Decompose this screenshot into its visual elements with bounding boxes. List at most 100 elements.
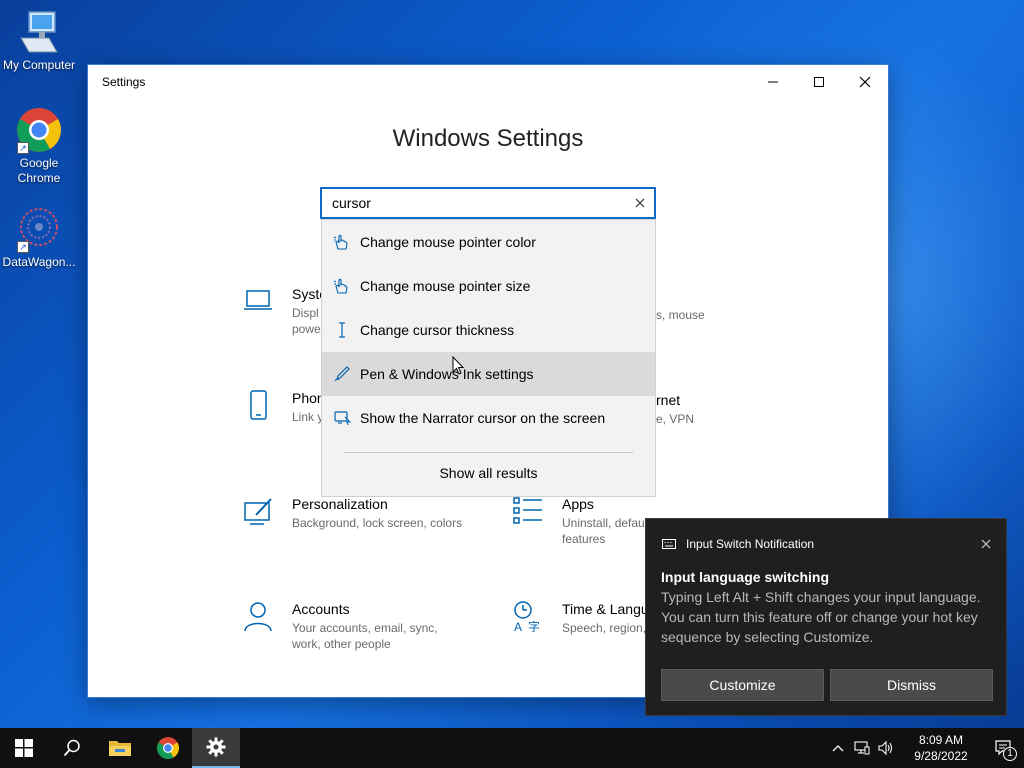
suggestion-narrator-cursor[interactable]: Show the Narrator cursor on the screen — [322, 396, 655, 440]
network-button[interactable] — [850, 728, 874, 768]
phone-icon — [242, 389, 278, 425]
category-description: Background, lock screen, colors — [292, 516, 463, 530]
category-description: e, VPN — [656, 412, 695, 426]
desktop-icon-label: DataWagon... — [2, 255, 76, 269]
notification-count-badge: 1 — [1003, 747, 1017, 761]
mouse-cursor-icon — [452, 355, 466, 381]
close-icon — [981, 539, 991, 549]
settings-taskbar-button[interactable] — [192, 728, 240, 768]
customize-button[interactable]: Customize — [661, 669, 824, 701]
action-center-button[interactable]: 1 — [984, 728, 1024, 768]
show-hidden-icons-button[interactable] — [826, 728, 850, 768]
minimize-button[interactable] — [750, 65, 796, 99]
show-all-results-link[interactable]: Show all results — [322, 465, 655, 481]
suggestion-mouse-pointer-size[interactable]: Change mouse pointer size — [322, 264, 655, 308]
narrator-icon — [332, 408, 352, 428]
suggestion-cursor-thickness[interactable]: Change cursor thickness — [322, 308, 655, 352]
clock[interactable]: 8:09 AM 9/28/2022 — [906, 732, 976, 764]
suggestion-label: Change cursor thickness — [360, 322, 515, 338]
notification-header: Input Switch Notification — [646, 519, 1006, 569]
chrome-taskbar-button[interactable] — [144, 728, 192, 768]
maximize-icon — [814, 77, 824, 87]
desktop-icon-label: Google Chrome — [17, 156, 61, 185]
divider — [344, 452, 633, 453]
hand-pointer-icon — [332, 276, 352, 296]
clock-date: 9/28/2022 — [914, 749, 968, 763]
search-icon — [63, 739, 80, 757]
category-title: Phon — [292, 390, 325, 406]
gear-icon — [206, 737, 226, 757]
search-suggestions: Change mouse pointer color Change mouse … — [321, 219, 656, 497]
notification-body: Typing Left Alt + Shift changes your inp… — [661, 589, 981, 645]
category-devices[interactable]: s, mouse — [656, 305, 705, 323]
notification-title: Input language switching — [661, 569, 829, 585]
close-icon — [859, 76, 871, 88]
chevron-up-icon — [832, 745, 844, 752]
category-title: Time & Langu — [562, 601, 649, 617]
category-personalization[interactable]: Personalization Background, lock screen,… — [242, 495, 462, 531]
notification-app-name: Input Switch Notification — [686, 537, 815, 551]
suggestion-label: Pen & Windows Ink settings — [360, 366, 534, 382]
time-language-icon: A字 — [512, 600, 548, 636]
person-icon — [242, 600, 278, 636]
keyboard-icon — [662, 539, 676, 549]
category-description: Uninstall, defau features — [562, 516, 645, 546]
taskbar: 8:09 AM 9/28/2022 1 — [0, 728, 1024, 768]
suggestion-label: Show the Narrator cursor on the screen — [360, 410, 606, 426]
suggestion-pen-windows-ink[interactable]: Pen & Windows Ink settings — [322, 352, 655, 396]
category-title: Personalization — [292, 496, 388, 512]
title-bar[interactable]: Settings — [88, 65, 888, 99]
notification-close-button[interactable] — [966, 524, 1006, 564]
category-phone[interactable]: Phon Link y — [242, 389, 325, 425]
volume-button[interactable] — [874, 728, 898, 768]
notification-actions: Customize Dismiss — [661, 669, 993, 701]
category-title: Apps — [562, 496, 594, 512]
close-icon — [635, 198, 645, 208]
shortcut-arrow-icon: ↗ — [17, 241, 29, 253]
desktop-icon-datawagon[interactable]: ↗ DataWagon... — [0, 205, 78, 270]
file-explorer-button[interactable] — [96, 728, 144, 768]
search-input[interactable] — [322, 189, 626, 217]
category-apps[interactable]: Apps Uninstall, defau features — [512, 495, 645, 547]
shortcut-arrow-icon: ↗ — [17, 142, 29, 154]
category-time-language[interactable]: A字 Time & Langu Speech, region, — [512, 600, 649, 636]
maximize-button[interactable] — [796, 65, 842, 99]
folder-icon — [109, 741, 131, 756]
computer-icon — [15, 8, 63, 56]
network-icon — [854, 741, 870, 755]
suggestion-mouse-pointer-color[interactable]: Change mouse pointer color — [322, 220, 655, 264]
dismiss-button[interactable]: Dismiss — [830, 669, 993, 701]
settings-search — [320, 187, 656, 219]
svg-text:A: A — [514, 620, 522, 632]
clock-time: 8:09 AM — [918, 733, 964, 747]
svg-text:字: 字 — [528, 619, 540, 632]
start-button[interactable] — [0, 728, 48, 768]
hand-pointer-icon — [332, 232, 352, 252]
desktop-icon-label: My Computer — [2, 58, 76, 72]
category-description: s, mouse — [656, 308, 705, 322]
close-button[interactable] — [842, 65, 888, 99]
search-button[interactable] — [48, 728, 96, 768]
suggestion-label: Change mouse pointer size — [360, 278, 531, 294]
text-cursor-icon — [332, 320, 352, 340]
category-network[interactable]: rnet e, VPN — [656, 391, 694, 427]
search-clear-button[interactable] — [626, 189, 654, 217]
chrome-icon: ↗ — [15, 106, 63, 154]
category-description: Speech, region, — [562, 621, 647, 635]
page-title: Windows Settings — [392, 125, 584, 152]
window-title: Settings — [102, 75, 146, 89]
laptop-icon — [242, 285, 278, 321]
windows-logo-icon — [15, 739, 33, 757]
input-switch-notification: Input Switch Notification Input language… — [645, 518, 1007, 716]
category-title: Accounts — [292, 601, 350, 617]
system-tray: 8:09 AM 9/28/2022 1 — [826, 728, 1024, 768]
desktop-icon-my-computer[interactable]: My Computer — [0, 8, 78, 73]
category-title: rnet — [656, 392, 681, 408]
desktop-icon-chrome[interactable]: ↗ Google Chrome — [0, 106, 78, 186]
category-description: Link y — [292, 410, 324, 424]
chrome-icon — [157, 737, 179, 759]
category-accounts[interactable]: Accounts Your accounts, email, sync, wor… — [242, 600, 438, 652]
category-system[interactable]: Syste Displ powe — [242, 285, 327, 337]
suggestion-label: Change mouse pointer color — [360, 234, 536, 250]
category-description: Your accounts, email, sync, work, other … — [292, 621, 438, 651]
